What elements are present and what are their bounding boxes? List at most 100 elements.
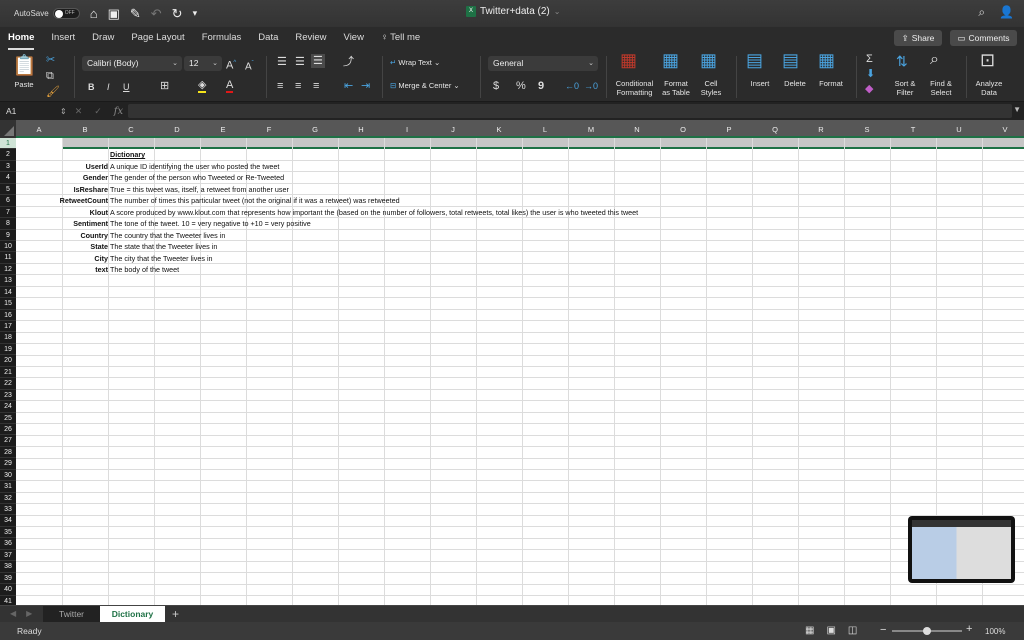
row-header-14[interactable]: 14 [0, 287, 16, 299]
find-select-button[interactable]: Find & Select [924, 79, 958, 97]
column-header-e[interactable]: E [200, 120, 246, 138]
currency-button[interactable]: $ [493, 80, 499, 92]
column-header-c[interactable]: C [108, 120, 154, 138]
cells-area[interactable]: Dictionary UserId A unique ID identifying … [16, 138, 1024, 605]
borders-icon[interactable]: ⊞ [160, 80, 169, 92]
row-header-2[interactable]: 2 [0, 149, 16, 161]
user-icon[interactable]: 👤 [999, 5, 1014, 20]
row-header-34[interactable]: 34 [0, 515, 16, 527]
column-header-r[interactable]: R [798, 120, 844, 138]
format-cells-icon[interactable]: ▦ [818, 51, 835, 69]
row-header-35[interactable]: 35 [0, 527, 16, 539]
conditional-formatting-icon[interactable]: ▦ [620, 51, 637, 69]
window-thumbnail[interactable] [908, 516, 1015, 583]
row-header-41[interactable]: 41 [0, 596, 16, 606]
field-description-cell[interactable]: The country that the Tweeter lives in [110, 230, 225, 241]
page-break-view-icon[interactable]: ◫ [848, 625, 857, 636]
column-header-j[interactable]: J [430, 120, 476, 138]
save-icon[interactable]: ▣ [108, 6, 120, 22]
format-button[interactable]: Format [815, 79, 847, 88]
row-header-9[interactable]: 9 [0, 230, 16, 241]
column-header-f[interactable]: F [246, 120, 292, 138]
column-header-p[interactable]: P [706, 120, 752, 138]
font-color-icon[interactable]: A [226, 79, 234, 93]
sort-filter-icon[interactable]: ⇅ [896, 54, 908, 68]
row-header-7[interactable]: 7 [0, 207, 16, 219]
delete-button[interactable]: Delete [780, 79, 810, 88]
paste-button[interactable]: Paste [10, 80, 38, 89]
insert-button[interactable]: Insert [744, 79, 776, 88]
document-title[interactable]: X Twitter+data (2) ⌄ [466, 6, 560, 17]
dictionary-title-cell[interactable]: Dictionary [110, 149, 145, 160]
row-header-10[interactable]: 10 [0, 241, 16, 253]
column-header-q[interactable]: Q [752, 120, 798, 138]
row-header-40[interactable]: 40 [0, 584, 16, 596]
decrease-indent-icon[interactable]: ⇤ [344, 80, 353, 92]
zoom-slider-knob[interactable] [923, 627, 931, 635]
tab-view[interactable]: View [344, 27, 364, 50]
analyze-data-button[interactable]: Analyze Data [972, 79, 1006, 97]
format-as-table-icon[interactable]: ▦ [662, 51, 679, 69]
row-header-23[interactable]: 23 [0, 390, 16, 402]
field-description-cell[interactable]: The gender of the person who Tweeted or … [110, 172, 284, 183]
field-name-cell[interactable]: City [94, 253, 108, 264]
field-name-cell[interactable]: Klout [90, 207, 108, 218]
normal-view-icon[interactable]: ▦ [805, 625, 814, 636]
sheet-tab-dictionary[interactable]: Dictionary [100, 606, 165, 623]
bold-button[interactable]: B [88, 81, 95, 93]
row-header-32[interactable]: 32 [0, 493, 16, 504]
copy-icon[interactable]: ⧉ [46, 70, 54, 82]
cancel-icon[interactable]: ✕ [75, 106, 83, 117]
row-header-4[interactable]: 4 [0, 172, 16, 184]
row-header-19[interactable]: 19 [0, 344, 16, 356]
row-header-12[interactable]: 12 [0, 264, 16, 276]
row-header-33[interactable]: 33 [0, 504, 16, 516]
align-top-icon[interactable]: ☰ [277, 56, 287, 68]
add-sheet-button[interactable]: + [172, 606, 179, 622]
font-name-select[interactable]: Calibri (Body) ⌄ [82, 56, 182, 71]
row-header-39[interactable]: 39 [0, 573, 16, 585]
field-name-cell[interactable]: State [90, 241, 108, 252]
row-header-26[interactable]: 26 [0, 424, 16, 436]
row-header-36[interactable]: 36 [0, 538, 16, 550]
field-description-cell[interactable]: The city that the Tweeter lives in [110, 253, 213, 264]
zoom-slider[interactable] [892, 627, 962, 635]
row-header-37[interactable]: 37 [0, 550, 16, 562]
zoom-in-button[interactable]: + [966, 623, 972, 635]
home-icon[interactable]: ⌂ [90, 6, 98, 21]
increase-font-icon[interactable]: A^ [226, 57, 236, 72]
column-header-n[interactable]: N [614, 120, 660, 138]
row-header-27[interactable]: 27 [0, 435, 16, 447]
redo-icon[interactable]: ↻ [172, 6, 183, 22]
comma-button[interactable]: 9 [538, 80, 544, 92]
row-header-6[interactable]: 6 [0, 195, 16, 207]
align-right-icon[interactable]: ≡ [313, 80, 319, 92]
tell-me-search[interactable]: Tell me [390, 27, 420, 50]
sheet-tab-twitter[interactable]: Twitter [43, 606, 100, 623]
row-header-30[interactable]: 30 [0, 470, 16, 482]
field-description-cell[interactable]: The body of the tweet [110, 264, 179, 275]
column-header-m[interactable]: M [568, 120, 614, 138]
column-header-h[interactable]: H [338, 120, 384, 138]
customize-toolbar-icon[interactable]: ▾ [193, 8, 198, 19]
cell-styles-button[interactable]: Cell Styles [697, 79, 725, 97]
comments-button[interactable]: ▭ Comments [950, 30, 1017, 46]
field-name-cell[interactable]: RetweetCount [60, 195, 108, 206]
row-header-25[interactable]: 25 [0, 413, 16, 424]
column-header-b[interactable]: B [62, 120, 108, 138]
field-description-cell[interactable]: The number of times this particular twee… [110, 195, 400, 206]
row-header-38[interactable]: 38 [0, 561, 16, 573]
decrease-font-icon[interactable]: Aˇ [245, 58, 254, 73]
row-header-28[interactable]: 28 [0, 447, 16, 459]
row-header-31[interactable]: 31 [0, 481, 16, 493]
row-header-1[interactable]: 1 [0, 138, 16, 150]
row-header-29[interactable]: 29 [0, 458, 16, 470]
autosave-toggle[interactable]: OFF [52, 8, 80, 19]
tab-home[interactable]: Home [8, 27, 35, 50]
field-description-cell[interactable]: A score produced by www.klout.com that r… [110, 207, 638, 218]
merge-center-button[interactable]: ⊟ Merge & Center ⌄ [390, 81, 460, 90]
zoom-out-button[interactable]: − [880, 624, 886, 636]
row-header-5[interactable]: 5 [0, 184, 16, 196]
paste-icon[interactable]: 📋 [12, 56, 37, 76]
font-size-select[interactable]: 12 ⌄ [184, 56, 222, 71]
